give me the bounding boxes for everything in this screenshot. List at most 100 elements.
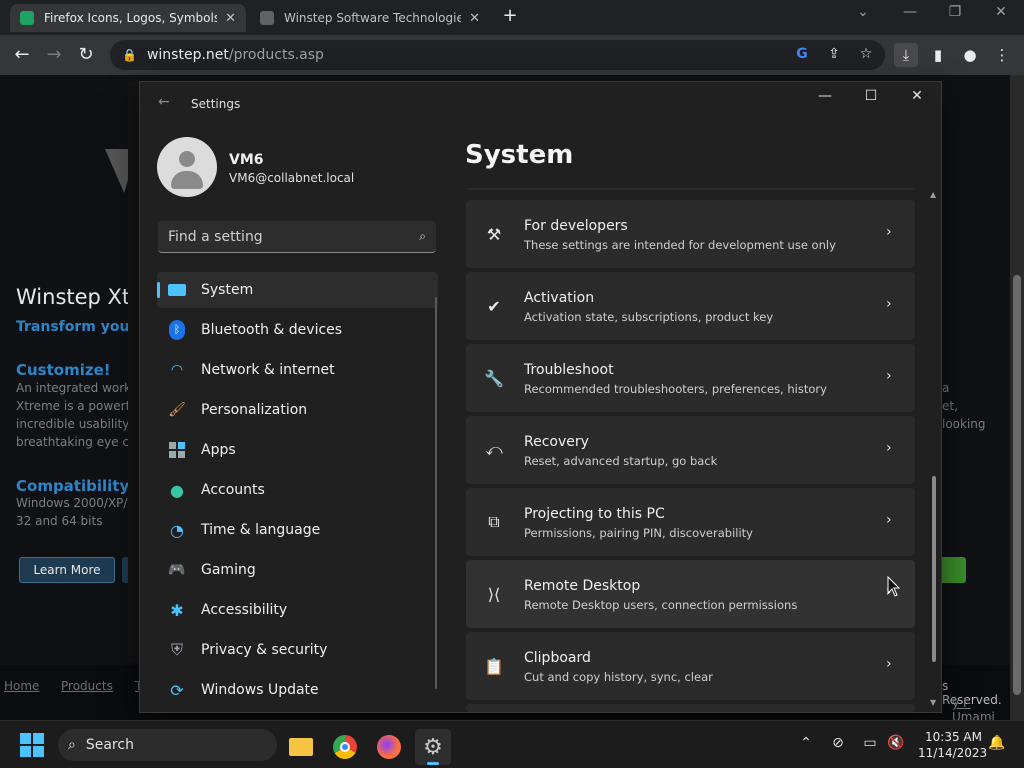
user-name: VM6 bbox=[229, 152, 264, 168]
settings-app-title: Settings bbox=[191, 97, 241, 111]
card-title: Troubleshoot bbox=[524, 362, 614, 378]
card-remote-desktop[interactable]: ⟩⟨ Remote Desktop Remote Desktop users, … bbox=[466, 560, 915, 628]
reload-icon[interactable]: ↻ bbox=[74, 43, 98, 67]
minimize-icon[interactable]: — bbox=[895, 4, 925, 20]
card-title: Clipboard bbox=[524, 650, 591, 666]
wrench-icon: 🔧 bbox=[484, 368, 504, 388]
firefox-icon[interactable] bbox=[371, 729, 407, 765]
browser-tab-strip: Firefox Icons, Logos, Symbols – ✕ Winste… bbox=[0, 0, 1024, 35]
wifi-icon: ◠ bbox=[170, 362, 184, 378]
settings-gear-icon[interactable]: ⚙ bbox=[415, 729, 451, 765]
clock-date: 11/14/2023 bbox=[918, 746, 988, 760]
tab-search-icon[interactable]: ⌄ bbox=[848, 4, 878, 20]
notification-bell-icon[interactable]: 🔔 bbox=[988, 735, 1005, 751]
settings-minimize-icon[interactable]: — bbox=[810, 88, 840, 104]
footer-link-home[interactable]: Home bbox=[4, 679, 39, 693]
page-scrollbar[interactable] bbox=[1010, 75, 1024, 720]
menu-kebab-icon[interactable]: ⋮ bbox=[990, 43, 1014, 67]
close-window-icon[interactable]: ✕ bbox=[986, 4, 1016, 20]
settings-back-icon[interactable]: ← bbox=[158, 94, 170, 110]
nav-item-windows-update[interactable]: ⟳ Windows Update bbox=[157, 672, 438, 708]
side-panel-icon[interactable]: ▮ bbox=[926, 43, 950, 67]
start-button-windows-icon[interactable] bbox=[20, 733, 44, 757]
nav-item-accessibility[interactable]: ✱ Accessibility bbox=[157, 592, 438, 628]
google-icon[interactable]: G bbox=[793, 46, 811, 62]
volume-muted-icon[interactable]: 🔇 bbox=[886, 735, 906, 751]
scroll-up-icon[interactable]: ▲ bbox=[930, 190, 936, 199]
nav-label: Network & internet bbox=[201, 362, 335, 378]
chevron-right-icon: › bbox=[886, 512, 892, 528]
nav-scrollbar[interactable] bbox=[435, 297, 437, 689]
network-disconnected-icon[interactable]: ⊘ bbox=[828, 735, 848, 751]
nav-label: Bluetooth & devices bbox=[201, 322, 343, 338]
page-title: System bbox=[465, 140, 574, 170]
card-title: For developers bbox=[524, 218, 628, 234]
nav-label: Privacy & security bbox=[201, 642, 328, 658]
share-icon[interactable]: ⇪ bbox=[825, 46, 843, 62]
card-partial bbox=[466, 188, 915, 190]
card-recovery[interactable]: ⤺ Recovery Reset, advanced startup, go b… bbox=[466, 416, 915, 484]
clipboard-icon: 📋 bbox=[484, 656, 504, 676]
show-hidden-icons-chevron-up-icon[interactable]: ⌃ bbox=[796, 735, 816, 751]
chevron-right-icon: › bbox=[886, 656, 892, 672]
settings-maximize-icon[interactable]: ☐ bbox=[856, 88, 886, 104]
forward-icon[interactable]: → bbox=[42, 43, 66, 67]
nav-label: Accessibility bbox=[201, 602, 288, 618]
nav-item-system[interactable]: System bbox=[157, 272, 438, 308]
tab-title: Firefox Icons, Logos, Symbols – bbox=[44, 11, 218, 25]
card-description: Recommended troubleshooters, preferences… bbox=[524, 382, 827, 396]
search-icon[interactable]: ⌕ bbox=[419, 229, 426, 244]
card-for-developers[interactable]: ⚒ For developers These settings are inte… bbox=[466, 200, 915, 268]
card-title: Remote Desktop bbox=[524, 578, 641, 594]
nav-item-bluetooth[interactable]: ᛒ Bluetooth & devices bbox=[157, 312, 438, 348]
close-tab-icon[interactable]: ✕ bbox=[225, 11, 236, 26]
download-icon[interactable]: ⤓ bbox=[894, 43, 918, 67]
footer-link-products[interactable]: Products bbox=[61, 679, 113, 693]
card-projecting[interactable]: ⧉ Projecting to this PC Permissions, pai… bbox=[466, 488, 915, 556]
back-icon[interactable]: ← bbox=[10, 43, 34, 67]
nav-item-gaming[interactable]: 🎮 Gaming bbox=[157, 552, 438, 588]
nav-item-privacy[interactable]: ⛨ Privacy & security bbox=[157, 632, 438, 668]
nav-item-accounts[interactable]: ● Accounts bbox=[157, 472, 438, 508]
new-tab-button[interactable]: + bbox=[500, 6, 520, 26]
nav-item-personalization[interactable]: 🖌 Personalization bbox=[157, 392, 438, 428]
close-tab-icon[interactable]: ✕ bbox=[469, 11, 480, 26]
taskbar-clock[interactable]: 10:35 AM 11/14/2023 bbox=[918, 729, 988, 761]
recovery-icon: ⤺ bbox=[485, 440, 503, 459]
brush-icon: 🖌 bbox=[168, 402, 186, 418]
chevron-right-icon: › bbox=[886, 224, 892, 240]
learn-more-button[interactable]: Learn More bbox=[19, 557, 115, 583]
settings-card-list: ⚒ For developers These settings are inte… bbox=[466, 188, 916, 712]
search-icon: ⌕ bbox=[68, 737, 76, 753]
find-setting-input[interactable]: Find a setting ⌕ bbox=[158, 221, 436, 253]
lock-icon[interactable]: 🔒 bbox=[122, 48, 137, 62]
avatar[interactable] bbox=[157, 137, 217, 197]
nav-item-apps[interactable]: Apps bbox=[157, 432, 438, 468]
file-explorer-icon[interactable] bbox=[283, 729, 319, 765]
content-scrollbar[interactable]: ▲ ▼ bbox=[930, 190, 938, 710]
restore-icon[interactable]: ❐ bbox=[940, 4, 970, 20]
profile-icon[interactable]: ● bbox=[958, 43, 982, 67]
bookmark-star-icon[interactable]: ☆ bbox=[857, 46, 875, 62]
footer-credit-link[interactable]: y I-Umami bbox=[952, 696, 1010, 720]
window-shadow bbox=[128, 82, 140, 662]
browser-tab-firefox-icons[interactable]: Firefox Icons, Logos, Symbols – ✕ bbox=[10, 4, 246, 32]
display-icon[interactable]: ▭ bbox=[860, 735, 880, 751]
nav-item-time-language[interactable]: ◔ Time & language bbox=[157, 512, 438, 548]
scroll-down-icon[interactable]: ▼ bbox=[930, 698, 936, 707]
settings-nav: System ᛒ Bluetooth & devices ◠ Network &… bbox=[157, 272, 438, 712]
address-bar[interactable]: 🔒 winstep.net/products.asp G ⇪ ☆ bbox=[110, 40, 885, 70]
content-scrollbar-thumb[interactable] bbox=[932, 476, 936, 662]
browser-tab-winstep[interactable]: Winstep Software Technologies ✕ bbox=[250, 4, 490, 32]
card-clipboard[interactable]: 📋 Clipboard Cut and copy history, sync, … bbox=[466, 632, 915, 700]
page-scrollbar-thumb[interactable] bbox=[1013, 275, 1021, 695]
settings-close-icon[interactable]: ✕ bbox=[902, 88, 932, 104]
developer-tools-icon: ⚒ bbox=[486, 224, 502, 244]
card-troubleshoot[interactable]: 🔧 Troubleshoot Recommended troubleshoote… bbox=[466, 344, 915, 412]
chrome-icon[interactable] bbox=[327, 729, 363, 765]
nav-item-network[interactable]: ◠ Network & internet bbox=[157, 352, 438, 388]
accessibility-icon: ✱ bbox=[170, 600, 184, 620]
taskbar-search[interactable]: ⌕ Search bbox=[58, 729, 277, 761]
card-activation[interactable]: ✔ Activation Activation state, subscript… bbox=[466, 272, 915, 340]
projecting-icon: ⧉ bbox=[488, 512, 500, 531]
